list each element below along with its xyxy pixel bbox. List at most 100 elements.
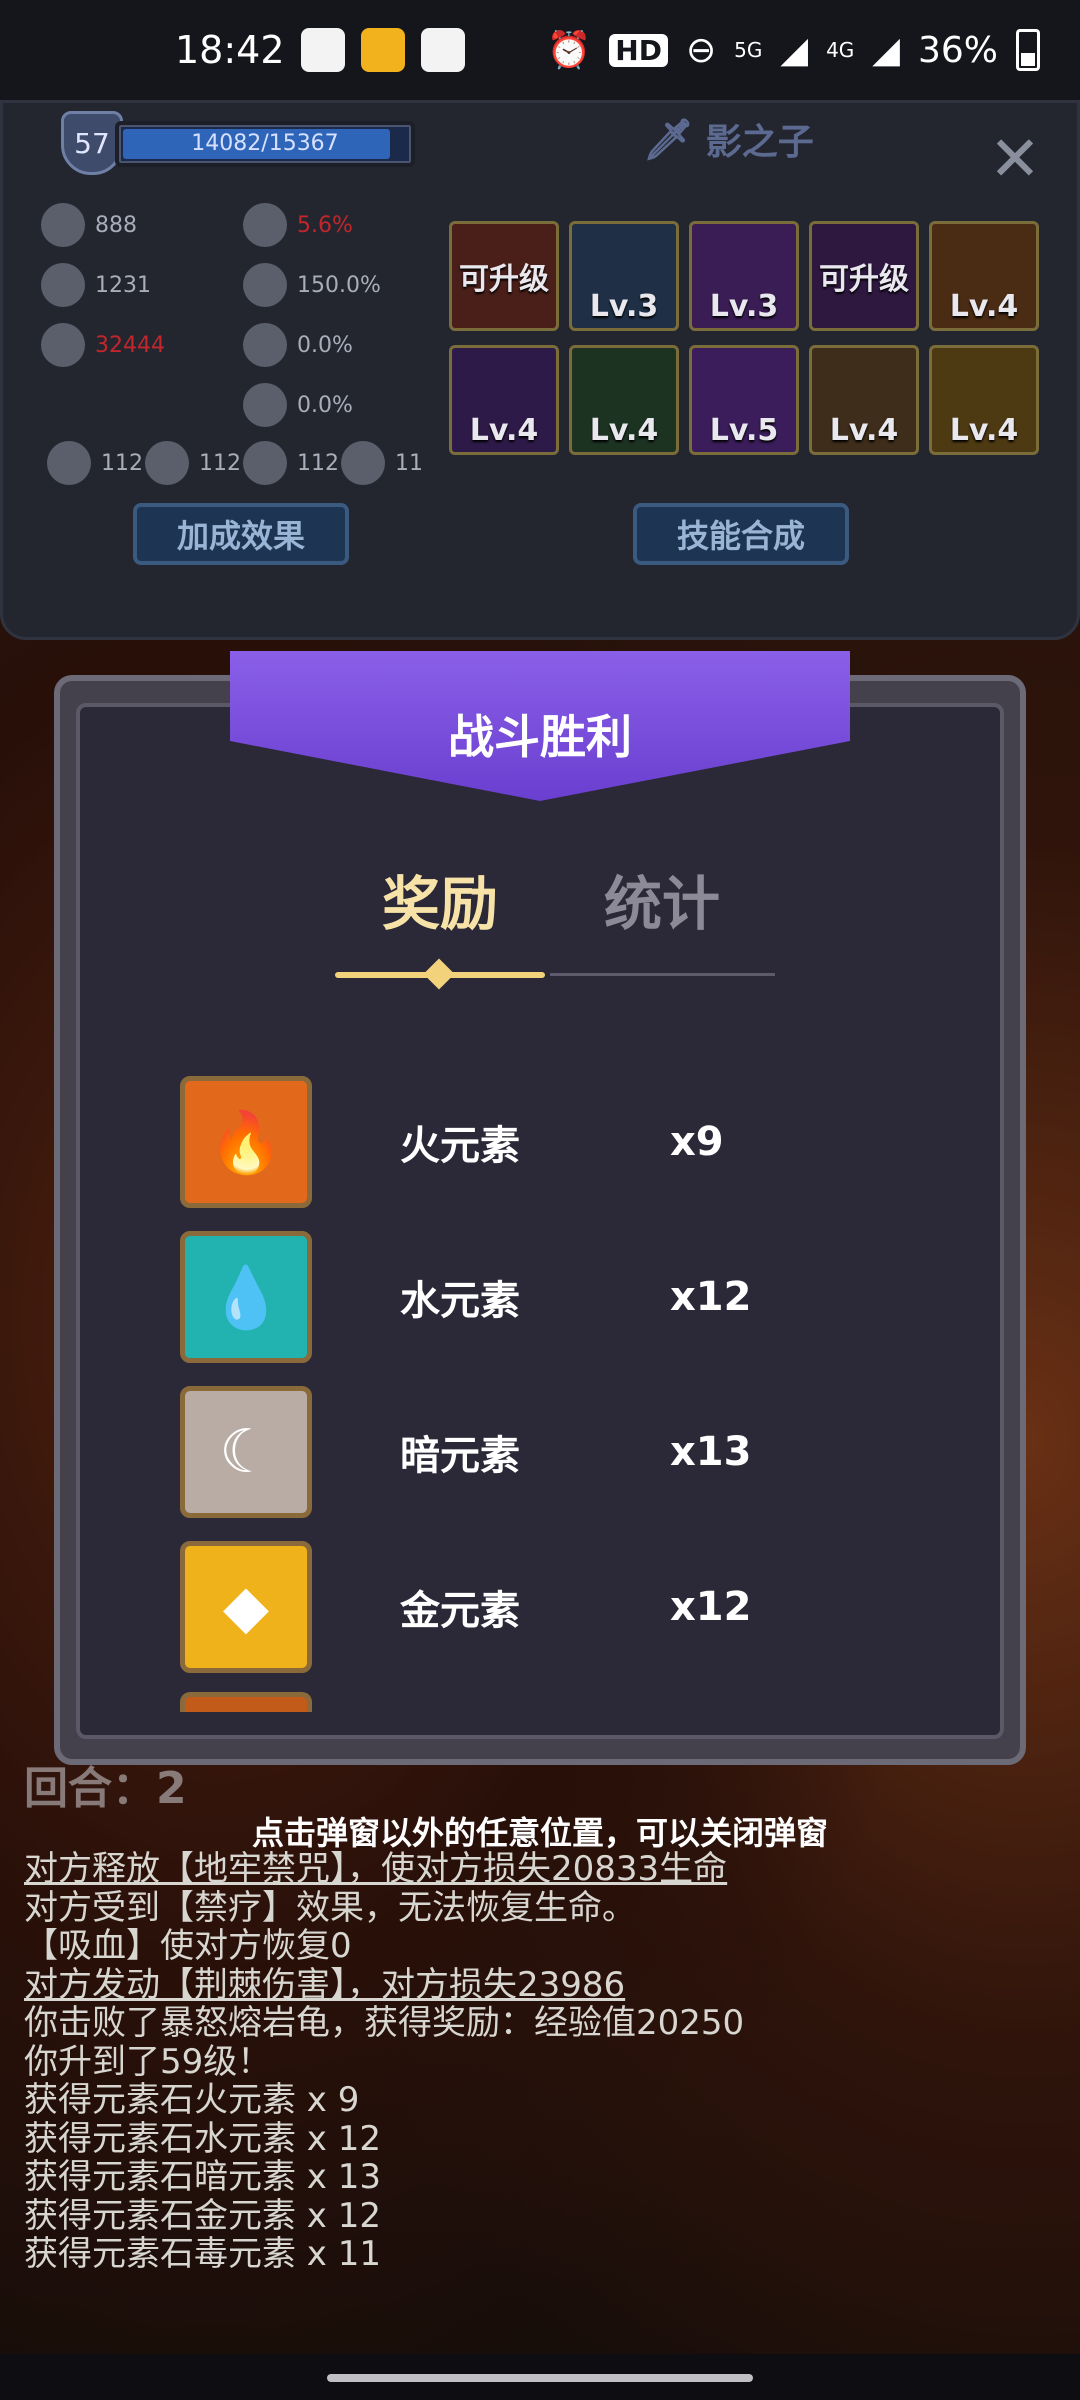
fire-element-icon: 🔥 [180,1076,312,1208]
stat-crit: 5.6% [243,203,353,247]
tab-stats[interactable]: 统计 [604,857,720,941]
sword-icon: 🗡 [643,116,694,163]
log-line: 对方释放【地牢禁咒】，使对方损失20833生命 [24,1849,728,1889]
reward-row: 💧 水元素 x12 [180,1227,880,1367]
reward-name: 水元素 [400,1278,520,1324]
dialog-body: 奖励 统计 🔥 火元素 x9 💧 水元素 x12 ☾ 暗元素 x13 ◆ 金元素… [76,703,1004,1739]
log-line: 【吸血】使对方恢复0 [24,1926,352,1966]
stat-hp: 32444 [41,323,165,367]
weibo-notification-icon [360,28,405,72]
skill-merge-button[interactable]: 技能合成 [633,503,849,565]
log-line: 获得元素石暗元素 x 13 [24,2157,381,2197]
log-line: 对方发动【荆棘伤害】，对方损失23986 [24,1964,626,2005]
gold-element-icon: ◆ [180,1541,312,1673]
stat-value: 32444 [95,332,165,358]
bonus-effect-button[interactable]: 加成效果 [133,503,349,565]
log-line: 你升到了59级！ [24,2041,272,2082]
reward-row: ◆ 金元素 x12 [180,1537,880,1677]
status-bar: 18:42 ⏰ HD ⊖ 5G ◢ 4G ◢ 36% [0,0,1080,100]
water-element-icon: 💧 [180,1231,312,1363]
stat-lifesteal: 150.0% [243,263,381,307]
xp-text: 14082/15367 [191,131,339,156]
skill-slot[interactable]: Lv.5 [689,345,799,455]
stat-value: 11 [395,450,423,476]
stat-value: 0.0% [297,332,353,358]
skill-slot[interactable]: Lv.4 [569,345,679,455]
round-label: 回合：2 [24,1763,187,1814]
app-notification-icon [300,28,345,72]
stat-lightning: 112 [243,441,339,485]
dialog-title: 战斗胜利 [448,710,632,764]
close-icon[interactable]: ✕ [983,127,1047,191]
battery-level: 36% [917,29,998,71]
skull-icon [243,383,287,427]
app-notification-icon [420,28,465,72]
navigation-bar [0,2354,1080,2400]
skill-slot[interactable]: 可升级 [449,221,559,331]
hd-voice-icon: HD [609,33,668,67]
heart-icon [41,323,85,367]
sword-icon [41,203,85,247]
log-line: 你击败了暴怒熔岩龟，获得奖励：经验值20250 [24,2003,745,2043]
tab-indicator-diamond [423,958,455,990]
reward-count: x9 [670,1119,724,1165]
clock: 18:42 [175,28,285,72]
reward-name: 金元素 [400,1588,520,1634]
lifesteal-icon [243,263,287,307]
stat-ice: 112 [145,441,241,485]
stat-value: 150.0% [297,272,381,298]
reward-row: 🔥 火元素 x9 [180,1072,880,1212]
stat-value: 888 [95,212,137,238]
stat-a: 0.0% [243,323,353,367]
lightning-icon [243,441,287,485]
xp-bar: 14082/15367 [115,121,415,167]
dnd-icon: ⊖ [685,29,717,71]
stat-value: 112 [199,450,241,476]
stat-value: 112 [297,450,339,476]
stat-fire: 112 [47,441,143,485]
reward-count: x12 [670,1274,752,1320]
skill-slot[interactable]: Lv.4 [929,221,1039,331]
log-line: 获得元素石水元素 x 12 [24,2118,381,2159]
stat-b: 0.0% [243,383,353,427]
stat-defense: 1231 [41,263,151,307]
hero-panel: 57 14082/15367 🗡 影之子 ✕ 888 1231 32444 5.… [0,100,1080,640]
hero-name-label: 🗡 影之子 [643,109,863,169]
battery-icon [1016,29,1040,71]
battle-log[interactable]: 对方释放【地牢禁咒】，使对方损失20833生命 对方受到【禁疗】效果，无法恢复生… [24,1850,1064,2274]
shield-icon [41,263,85,307]
skill-slot[interactable]: Lv.4 [809,345,919,455]
skill-slot[interactable]: Lv.3 [689,221,799,331]
signal-4g-label: 4G [826,38,855,62]
reward-name: 火元素 [400,1123,520,1169]
stat-value: 112 [101,450,143,476]
tab-indicator-line [550,973,775,976]
skill-slot[interactable]: Lv.4 [449,345,559,455]
skill-slot[interactable]: Lv.3 [569,221,679,331]
reward-row: ☾ 暗元素 x13 [180,1382,880,1522]
signal-icon: ◢ [872,29,900,71]
log-line: 对方受到【禁疗】效果，无法恢复生命。 [24,1887,636,1928]
stat-value: 1231 [95,272,151,298]
log-line: 获得元素石毒元素 x 11 [24,2234,381,2274]
crown-icon [243,203,287,247]
signal-icon: ◢ [780,29,809,71]
tab-reward[interactable]: 奖励 [382,857,498,941]
stat-poison: 11 [341,441,423,485]
reward-count: x12 [670,1584,752,1630]
signal-5g-label: 5G [734,38,763,62]
skill-slot[interactable]: Lv.4 [929,345,1039,455]
skull-crossbones-icon [341,441,385,485]
reward-name: 暗元素 [400,1433,520,1479]
stat-value: 0.0% [297,392,353,418]
stat-value: 5.6% [297,212,353,238]
hero-name: 影之子 [705,122,814,163]
reward-count: x13 [670,1429,752,1475]
home-gesture-pill[interactable] [327,2374,753,2382]
stat-attack: 888 [41,203,137,247]
log-line: 获得元素石金元素 x 12 [24,2195,381,2236]
log-line: 获得元素石火元素 x 9 [24,2080,360,2120]
victory-dialog: 奖励 统计 🔥 火元素 x9 💧 水元素 x12 ☾ 暗元素 x13 ◆ 金元素… [54,651,1026,1765]
hammer-icon [243,323,287,367]
skill-slot[interactable]: 可升级 [809,221,919,331]
